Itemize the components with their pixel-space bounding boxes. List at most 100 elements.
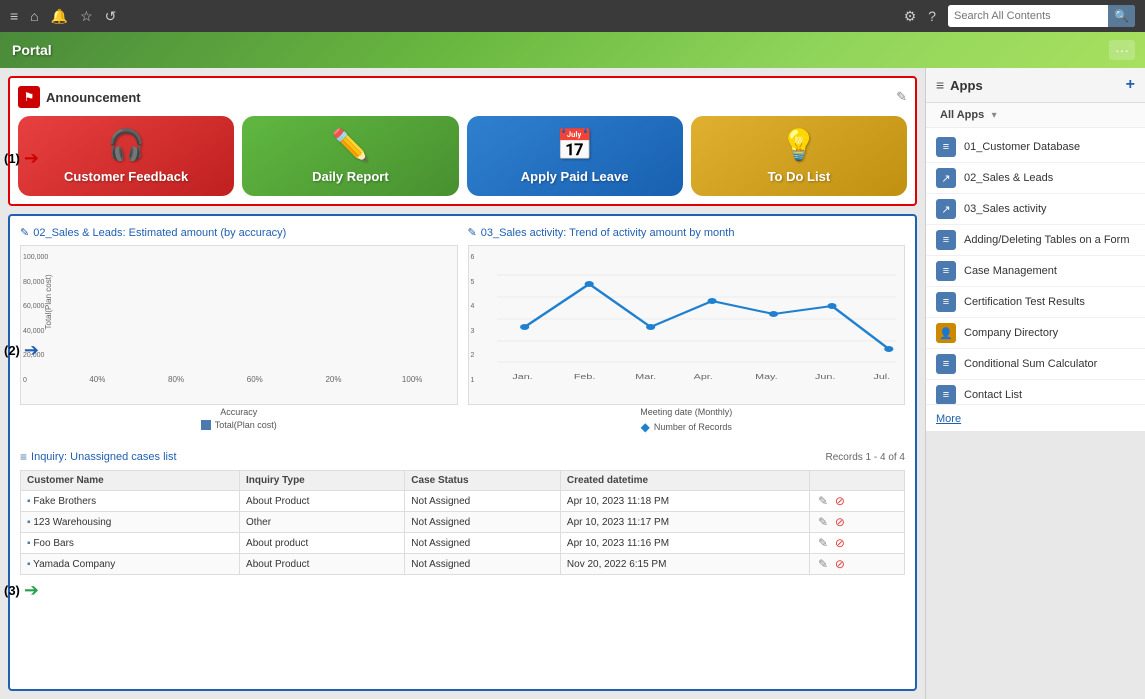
cell-type-2: Other (240, 512, 405, 533)
favorite-icon[interactable]: ☆ (80, 8, 93, 25)
delete-btn-3[interactable]: ⊘ (833, 536, 847, 550)
hamburger-icon[interactable]: ≡ (10, 8, 18, 24)
y-tick-4: 60,000 (23, 303, 48, 310)
cell-status-2: Not Assigned (405, 512, 561, 533)
line-point-jul (884, 346, 893, 352)
help-icon[interactable]: ? (928, 8, 936, 24)
sidebar-app-customer-database[interactable]: ≡ 01_Customer Database (926, 132, 1145, 163)
cell-type-3: About product (240, 533, 405, 554)
sidebar-app-sales-leads[interactable]: ↗ 02_Sales & Leads (926, 163, 1145, 194)
annotation-label-3: (3) (4, 583, 20, 598)
sidebar-menu-icon: ≡ (936, 77, 944, 93)
app-label-adding-deleting: Adding/Deleting Tables on a Form (964, 234, 1130, 246)
app-label-conditional-sum: Conditional Sum Calculator (964, 358, 1097, 370)
edit-btn-1[interactable]: ✎ (816, 494, 830, 508)
app-label-certification: Certification Test Results (964, 296, 1085, 308)
tile-daily-report[interactable]: ✏️ Daily Report (242, 116, 458, 196)
delete-btn-4[interactable]: ⊘ (833, 557, 847, 571)
line-x-jan: Jan. (512, 373, 532, 381)
bar-40pct-label: 40% (89, 375, 105, 384)
app-icon-contact-list: ≡ (936, 385, 956, 404)
sidebar-app-sales-activity[interactable]: ↗ 03_Sales activity (926, 194, 1145, 225)
tile-customer-feedback-label: Customer Feedback (64, 169, 188, 184)
announcement-title: Announcement (46, 90, 141, 105)
announcement-title-row: ⚑ Announcement (18, 86, 141, 108)
cell-customer-1: ▪ Fake Brothers (21, 491, 240, 512)
delete-btn-2[interactable]: ⊘ (833, 515, 847, 529)
more-link[interactable]: More (936, 413, 961, 425)
app-icon-sales-activity: ↗ (936, 199, 956, 219)
bar-100pct: 100% (376, 373, 449, 384)
cell-status-1: Not Assigned (405, 491, 561, 512)
sidebar-app-company-directory[interactable]: 👤 Company Directory (926, 318, 1145, 349)
search-input[interactable] (948, 5, 1108, 27)
announcement-section: ⚑ Announcement ✎ 🎧 Customer Feedback ✏️ … (8, 76, 917, 206)
row-icon-3: ▪ (27, 538, 31, 549)
search-bar: 🔍 (948, 5, 1135, 27)
line-chart-link-icon: ✎ (468, 226, 477, 239)
cell-created-2: Apr 10, 2023 11:17 PM (560, 512, 809, 533)
delete-btn-1[interactable]: ⊘ (833, 494, 847, 508)
tile-todo-list-label: To Do List (768, 169, 831, 184)
col-inquiry-type: Inquiry Type (240, 471, 405, 491)
filter-dropdown-icon[interactable]: ▾ (992, 110, 997, 121)
search-button[interactable]: 🔍 (1108, 5, 1135, 27)
cell-actions-4: ✎ ⊘ (809, 554, 904, 575)
bar-40pct: 40% (61, 373, 134, 384)
row-icon-2: ▪ (27, 517, 31, 528)
edit-btn-4[interactable]: ✎ (816, 557, 830, 571)
cell-type-1: About Product (240, 491, 405, 512)
sidebar-add-button[interactable]: + (1126, 76, 1135, 94)
col-created-datetime: Created datetime (560, 471, 809, 491)
right-sidebar: ≡ Apps + All Apps ▾ ≡ 01_Customer Databa… (925, 68, 1145, 699)
annotation-label-1: (1) (4, 151, 20, 166)
sidebar-app-adding-deleting[interactable]: ≡ Adding/Deleting Tables on a Form (926, 225, 1145, 256)
annotation-arrow-2: ➔ (24, 340, 39, 361)
tile-todo-list[interactable]: 💡 To Do List (691, 116, 907, 196)
annotation-arrow-3: ➔ (24, 580, 39, 601)
edit-btn-3[interactable]: ✎ (816, 536, 830, 550)
y-tick-5: 80,000 (23, 279, 48, 286)
sidebar-filter: All Apps ▾ (926, 103, 1145, 128)
sidebar-app-contact-list[interactable]: ≡ Contact List (926, 380, 1145, 404)
sidebar-more: More (926, 404, 1145, 431)
app-tiles-container: 🎧 Customer Feedback ✏️ Daily Report 📅 Ap… (18, 116, 907, 196)
sidebar-app-conditional-sum[interactable]: ≡ Conditional Sum Calculator (926, 349, 1145, 380)
annotation-label-2: (2) (4, 343, 20, 358)
line-chart-legend-text: Number of Records (654, 422, 732, 432)
line-chart: 6 5 4 3 2 1 .grid-line { stroke: #e0e0e0… (468, 245, 906, 405)
line-chart-legend-icon: ◆ (641, 420, 650, 434)
table-row: ▪ Yamada Company About Product Not Assig… (21, 554, 905, 575)
bar-chart-legend-box (201, 420, 211, 430)
app-icon-adding-deleting: ≡ (936, 230, 956, 250)
line-y-tick-2: 2 (471, 352, 475, 359)
home-icon[interactable]: ⌂ (30, 8, 38, 24)
table-title-icon: ≡ (20, 450, 27, 464)
y-tick-3: 40,000 (23, 328, 48, 335)
line-x-may: May. (755, 373, 777, 381)
dashboard-section: ✎ 02_Sales & Leads: Estimated amount (by… (8, 214, 917, 691)
refresh-icon[interactable]: ↺ (105, 8, 117, 25)
sidebar-app-certification[interactable]: ≡ Certification Test Results (926, 287, 1145, 318)
bar-20pct-label: 20% (325, 375, 341, 384)
cell-actions-1: ✎ ⊘ (809, 491, 904, 512)
edit-btn-2[interactable]: ✎ (816, 515, 830, 529)
notification-icon[interactable]: 🔔 (51, 8, 68, 25)
tile-customer-feedback[interactable]: 🎧 Customer Feedback (18, 116, 234, 196)
inquiry-data-table: Customer Name Inquiry Type Case Status C… (20, 470, 905, 575)
line-x-apr: Apr. (693, 373, 712, 381)
y-tick-6: 100,000 (23, 254, 48, 261)
bar-60pct: 60% (218, 373, 291, 384)
sidebar-app-case-management[interactable]: ≡ Case Management (926, 256, 1145, 287)
portal-menu-button[interactable]: ··· (1109, 40, 1135, 60)
col-case-status: Case Status (405, 471, 561, 491)
tile-apply-paid-leave[interactable]: 📅 Apply Paid Leave (467, 116, 683, 196)
settings-icon[interactable]: ⚙ (904, 8, 917, 25)
sidebar-apps-list: ≡ 01_Customer Database ↗ 02_Sales & Lead… (926, 128, 1145, 404)
col-customer-name: Customer Name (21, 471, 240, 491)
cell-actions-3: ✎ ⊘ (809, 533, 904, 554)
announcement-edit-icon[interactable]: ✎ (896, 89, 907, 105)
filter-all-apps[interactable]: All Apps (936, 107, 988, 123)
bar-chart-bars: 40% 80% 60% (61, 254, 449, 384)
line-point-jun (827, 303, 836, 309)
